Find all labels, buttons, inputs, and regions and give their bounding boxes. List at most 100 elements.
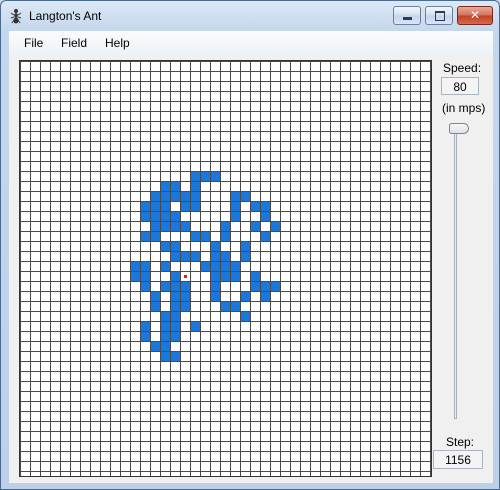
black-cell xyxy=(191,182,200,191)
black-cell xyxy=(141,262,150,271)
close-icon: ✕ xyxy=(469,8,481,22)
black-cell xyxy=(171,242,180,251)
black-cell xyxy=(261,292,270,301)
black-cell xyxy=(221,222,230,231)
black-cell xyxy=(221,262,230,271)
black-cell xyxy=(211,262,220,271)
black-cell xyxy=(271,222,280,231)
black-cell xyxy=(221,232,230,241)
black-cell xyxy=(171,302,180,311)
black-cell xyxy=(171,332,180,341)
black-cell xyxy=(181,252,190,261)
black-cell xyxy=(171,212,180,221)
black-cell xyxy=(161,312,170,321)
title-bar[interactable]: Langton's Ant ✕ xyxy=(1,1,499,31)
black-cell xyxy=(241,252,250,261)
black-cell xyxy=(141,282,150,291)
black-cell xyxy=(231,212,240,221)
black-cell xyxy=(161,202,170,211)
step-label: Step: xyxy=(446,435,475,449)
black-cell xyxy=(141,232,150,241)
black-cell xyxy=(161,212,170,221)
black-cell xyxy=(231,202,240,211)
black-cell xyxy=(141,212,150,221)
black-cell xyxy=(151,212,160,221)
black-cell xyxy=(271,282,280,291)
window-title: Langton's Ant xyxy=(29,9,102,23)
minimize-icon xyxy=(403,17,412,20)
black-cell xyxy=(151,292,160,301)
black-cell xyxy=(171,292,180,301)
black-cell xyxy=(161,242,170,251)
black-cell xyxy=(211,252,220,261)
black-cell xyxy=(181,302,190,311)
black-cell xyxy=(211,292,220,301)
black-cell xyxy=(161,182,170,191)
ant-app-icon xyxy=(10,9,22,24)
black-cell xyxy=(171,312,180,321)
black-cell xyxy=(241,242,250,251)
black-cell xyxy=(151,302,160,311)
black-cell xyxy=(221,272,230,281)
black-cell xyxy=(241,192,250,201)
menu-help[interactable]: Help xyxy=(105,36,130,50)
black-cell xyxy=(251,222,260,231)
black-cell xyxy=(171,252,180,261)
maximize-button[interactable] xyxy=(425,6,453,25)
speed-input[interactable]: 80 xyxy=(441,77,479,95)
black-cell xyxy=(181,192,190,201)
speed-label: Speed: xyxy=(443,61,482,75)
maximize-icon xyxy=(435,11,445,21)
black-cell xyxy=(211,282,220,291)
black-cell xyxy=(181,222,190,231)
black-cell xyxy=(171,192,180,201)
black-cell xyxy=(161,322,170,331)
black-cell xyxy=(151,192,160,201)
speed-unit-label: (in mps) xyxy=(442,101,486,115)
black-cell xyxy=(191,252,200,261)
black-cell xyxy=(181,292,190,301)
menu-field[interactable]: Field xyxy=(61,36,87,50)
black-cell xyxy=(191,202,200,211)
black-cell xyxy=(261,212,270,221)
black-cell xyxy=(261,232,270,241)
speed-slider-track[interactable] xyxy=(454,124,457,419)
ant-field-grid[interactable] xyxy=(19,60,432,477)
black-cell xyxy=(151,202,160,211)
black-cell xyxy=(201,262,210,271)
ant-marker xyxy=(184,275,187,278)
black-cell xyxy=(171,282,180,291)
black-cell xyxy=(131,272,140,281)
black-cell xyxy=(151,222,160,231)
black-cell xyxy=(261,282,270,291)
close-button[interactable]: ✕ xyxy=(457,6,493,25)
black-cell xyxy=(191,172,200,181)
menu-file[interactable]: File xyxy=(24,36,43,50)
black-cell xyxy=(221,302,230,311)
black-cell xyxy=(141,332,150,341)
speed-slider-thumb[interactable] xyxy=(449,123,469,134)
black-cell xyxy=(171,222,180,231)
black-cell xyxy=(161,282,170,291)
black-cell xyxy=(221,252,230,261)
black-cell xyxy=(251,282,260,291)
black-cell xyxy=(141,272,150,281)
black-cell xyxy=(131,262,140,271)
black-cell xyxy=(251,272,260,281)
black-cell xyxy=(171,322,180,331)
client-area: File Field Help Speed: 80 (in mps) Step:… xyxy=(9,31,493,483)
black-cell xyxy=(191,322,200,331)
minimize-button[interactable] xyxy=(393,6,421,25)
black-cell xyxy=(171,352,180,361)
black-cell xyxy=(171,272,180,281)
black-cell xyxy=(231,192,240,201)
black-cell xyxy=(151,342,160,351)
black-cell xyxy=(211,172,220,181)
app-window: Langton's Ant ✕ File Field Help Speed: 8… xyxy=(0,0,500,490)
black-cell xyxy=(151,232,160,241)
black-cell xyxy=(181,202,190,211)
black-cell xyxy=(241,312,250,321)
black-cell xyxy=(231,302,240,311)
black-cell xyxy=(161,222,170,231)
black-cell xyxy=(211,242,220,251)
